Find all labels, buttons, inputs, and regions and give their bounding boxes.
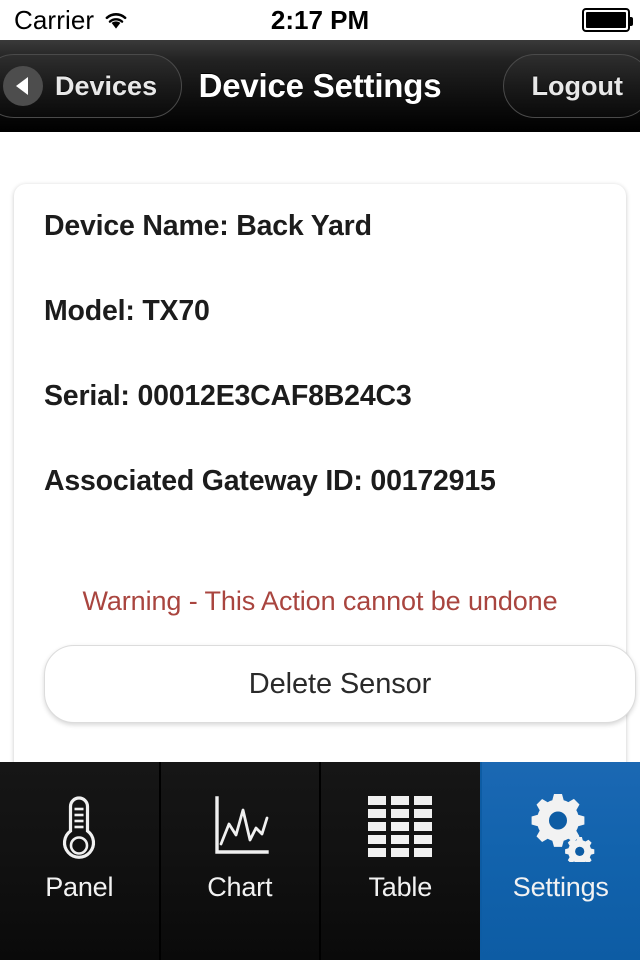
line-chart-icon [209,790,271,864]
delete-sensor-button-label: Delete Sensor [248,667,432,700]
status-bar: Carrier 2:17 PM [0,0,640,40]
main-content: Device Name: Back Yard Model: TX70 Seria… [0,132,640,762]
logout-button-label: Logout [531,70,623,101]
tab-table[interactable]: Table [319,762,480,960]
table-grid-icon [368,790,433,864]
status-bar-right [582,8,633,32]
tab-panel-label: Panel [45,872,114,902]
serial-row: Serial: 00012E3CAF8B24C3 [44,380,412,412]
tab-settings[interactable]: Settings [479,762,640,960]
navigation-bar: Devices Device Settings Logout [0,40,640,132]
app-screen: Carrier 2:17 PM Devices Device Settings … [0,0,640,960]
tab-panel[interactable]: Panel [0,762,159,960]
tab-chart[interactable]: Chart [158,762,319,960]
warning-message: Warning - This Action cannot be undone [82,586,558,616]
battery-fill [586,12,626,28]
thermometer-icon [53,790,105,864]
delete-sensor-button[interactable]: Delete Sensor [44,645,636,723]
gears-icon [527,790,595,864]
battery-full-icon [582,8,633,32]
logout-button[interactable]: Logout [502,54,640,118]
tab-table-label: Table [368,872,433,902]
model-row: Model: TX70 [44,295,210,327]
tab-bar: Panel Chart Table Settings [0,762,640,960]
gateway-id-row: Associated Gateway ID: 00172915 [44,465,496,497]
tab-settings-label: Settings [512,872,609,902]
device-name-row: Device Name: Back Yard [44,210,372,242]
tab-chart-label: Chart [207,872,273,902]
device-info-card: Device Name: Back Yard Model: TX70 Seria… [14,184,636,762]
status-bar-time: 2:17 PM [270,4,370,35]
battery-cap [630,17,633,26]
